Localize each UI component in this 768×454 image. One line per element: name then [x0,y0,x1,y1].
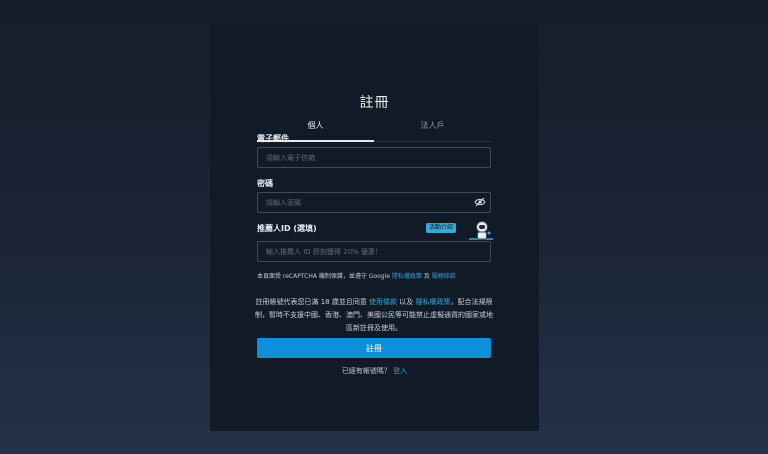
page-title: 註冊 [359,95,390,111]
recaptcha-text: 本頁面受 reCAPTCHA 機制保護，並遵守 Google [257,273,390,280]
account-type-tabs: 個人 法人戶 [257,116,492,142]
password-field[interactable] [257,192,491,213]
register-button[interactable]: 註冊 [257,338,491,358]
agreement-notice: 註冊帳號代表您已滿 18 歲並且同意 使用條款 以及 隱私權政策，配合法規限制，… [253,296,495,335]
promo-badge[interactable]: 活動介紹 [426,223,457,233]
terms-link[interactable]: 使用條款 [369,298,397,306]
agreement-and: 以及 [399,298,414,306]
eye-off-icon[interactable] [474,197,486,207]
email-field[interactable] [257,147,491,168]
recaptcha-notice: 本頁面受 reCAPTCHA 機制保護，並遵守 Google 隱私權政策 及 服… [257,271,497,280]
privacy-link[interactable]: 隱私權政策 [416,298,451,306]
recaptcha-terms-link[interactable]: 服務條款 [432,273,456,280]
password-label: 密碼 [257,179,273,188]
agreement-text: 註冊帳號代表您已滿 18 歲並且同意 [255,298,367,306]
astronaut-icon [469,221,493,240]
login-prompt: 已經有帳號嗎？ [341,367,391,375]
login-prompt-row: 已經有帳號嗎？ 登入 [210,366,539,376]
tab-corporate[interactable]: 法人戶 [374,116,491,142]
recaptcha-privacy-link[interactable]: 隱私權政策 [392,273,422,280]
recaptcha-and: 及 [423,273,430,280]
login-link[interactable]: 登入 [393,367,407,375]
referral-label: 推薦人ID (選填) [257,224,317,233]
email-label: 電子郵件 [257,134,289,143]
register-card: 註冊 個人 法人戶 電子郵件 密碼 推薦人ID (選填) 活動介紹 本頁面受 r… [210,24,539,431]
referral-id-field[interactable] [257,241,491,262]
